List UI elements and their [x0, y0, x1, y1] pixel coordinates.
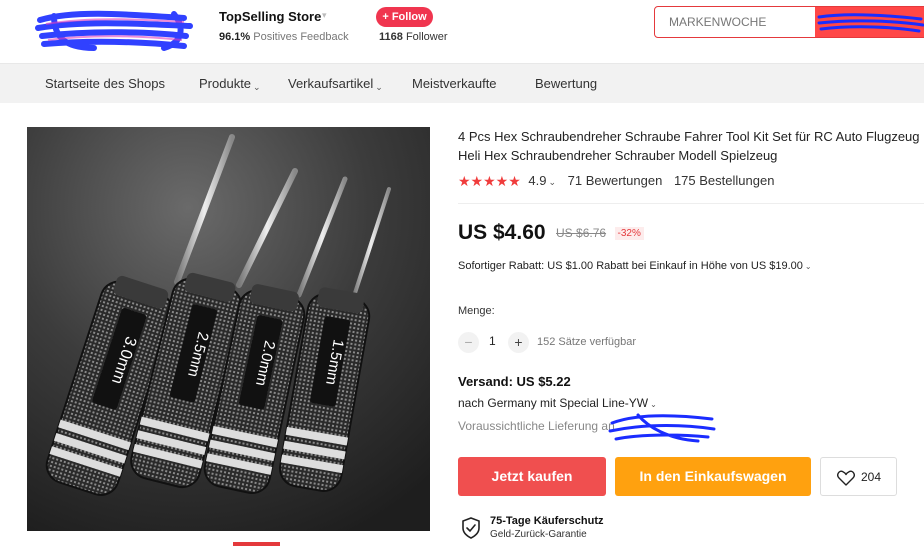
search-box: [654, 6, 924, 38]
shield-check-icon: [462, 517, 480, 539]
stock-available: 152 Sätze verfügbar: [537, 336, 637, 348]
rating-value-text: 4.9: [528, 173, 547, 188]
shipping-method[interactable]: nach Germany mit Special Line-YW ⌄: [458, 396, 657, 410]
store-feedback: 96.1% Positives Feedback: [219, 31, 349, 43]
follower-label: Follower: [405, 31, 448, 43]
shipping-cost: Versand: US $5.22: [458, 374, 571, 389]
buyer-protection-title[interactable]: 75-Tage Käuferschutz: [490, 515, 604, 527]
search-input[interactable]: [655, 7, 815, 37]
product-image[interactable]: 3.0mm 2.5mm 2.0mm 1.5mm: [27, 127, 430, 531]
heart-icon: [837, 470, 855, 486]
discount-badge: -32%: [614, 226, 644, 240]
nav-item-sale[interactable]: Verkaufsartikel ⌄: [288, 76, 383, 92]
nav-item-label: Startseite des Shops: [45, 76, 165, 91]
nav-item-label: Verkaufsartikel: [288, 76, 374, 91]
follower-number: 1168: [379, 31, 403, 43]
search-button[interactable]: [815, 7, 924, 37]
chevron-down-icon: ⌄: [548, 177, 557, 187]
screwdriver-photo: 3.0mm 2.5mm 2.0mm 1.5mm: [27, 127, 430, 531]
buyer-protection-subtitle: Geld-Zurück-Garantie: [490, 529, 587, 540]
nav-item-bestsellers[interactable]: Meistverkaufte: [412, 76, 497, 91]
orders-count: 175 Bestellungen: [673, 173, 775, 188]
rating-value[interactable]: 4.9 ⌄: [528, 173, 556, 188]
follower-count: 1168 Follower: [379, 31, 448, 43]
current-price: US $4.60: [458, 221, 546, 244]
delivery-date-redacted: [608, 413, 716, 443]
quantity-value[interactable]: 1: [489, 334, 496, 348]
store-header: TopSelling Store ▾ 96.1% Positives Feedb…: [0, 0, 924, 63]
instant-discount-text: Sofortiger Rabatt: US $1.00 Rabatt bei E…: [458, 260, 803, 272]
product-title: 4 Pcs Hex Schraubendreher Schraube Fahre…: [458, 129, 920, 163]
nav-item-label: Meistverkaufte: [412, 76, 497, 91]
feedback-label: Positives Feedback: [253, 31, 349, 43]
chevron-down-icon: ⌄: [253, 82, 261, 92]
buy-now-button[interactable]: Jetzt kaufen: [458, 457, 606, 496]
chevron-down-icon: ⌄: [375, 82, 383, 92]
divider: [458, 203, 924, 204]
quantity-label: Menge:: [458, 305, 495, 317]
wishlist-count: 204: [861, 470, 882, 484]
nav-item-label: Produkte: [199, 76, 252, 91]
quantity-increase-button[interactable]: +: [508, 332, 529, 353]
store-logo-redacted: [35, 10, 193, 51]
store-nav: Startseite des Shops Produkte ⌄ Verkaufsa…: [0, 63, 924, 103]
price-row: US $4.60 US $6.76 -32%: [458, 221, 644, 249]
feedback-percent: 96.1%: [219, 31, 251, 43]
reviews-link[interactable]: 71 Bewertungen: [568, 173, 663, 188]
thumbnail-indicator[interactable]: [233, 542, 280, 546]
chevron-down-icon[interactable]: ▾: [322, 10, 327, 21]
nav-item-reviews[interactable]: Bewertung: [535, 76, 597, 91]
nav-item-label: Bewertung: [535, 76, 598, 91]
instant-discount[interactable]: Sofortiger Rabatt: US $1.00 Rabatt bei E…: [458, 260, 812, 272]
add-to-cart-button[interactable]: In den Einkaufswagen: [615, 457, 811, 496]
nav-item-products[interactable]: Produkte ⌄: [199, 76, 261, 92]
search-button-redacted: [817, 13, 924, 33]
nav-item-home[interactable]: Startseite des Shops: [45, 76, 165, 91]
shipping-method-text: nach Germany mit Special Line-YW: [458, 396, 649, 410]
rating-row: ★★★★★ 4.9 ⌄ 71 Bewertungen 175 Bestellung…: [458, 173, 774, 191]
rating-stars: ★★★★★: [458, 173, 521, 189]
estimated-delivery: Voraussichtliche Lieferung an: [458, 419, 615, 433]
follow-button[interactable]: + Follow: [376, 7, 433, 27]
store-name[interactable]: TopSelling Store: [219, 9, 321, 24]
original-price: US $6.76: [556, 226, 607, 240]
wishlist-button[interactable]: 204: [820, 457, 897, 496]
chevron-down-icon: ⌄: [650, 400, 657, 409]
quantity-decrease-button[interactable]: −: [458, 332, 479, 353]
chevron-down-icon: ⌄: [804, 262, 812, 271]
